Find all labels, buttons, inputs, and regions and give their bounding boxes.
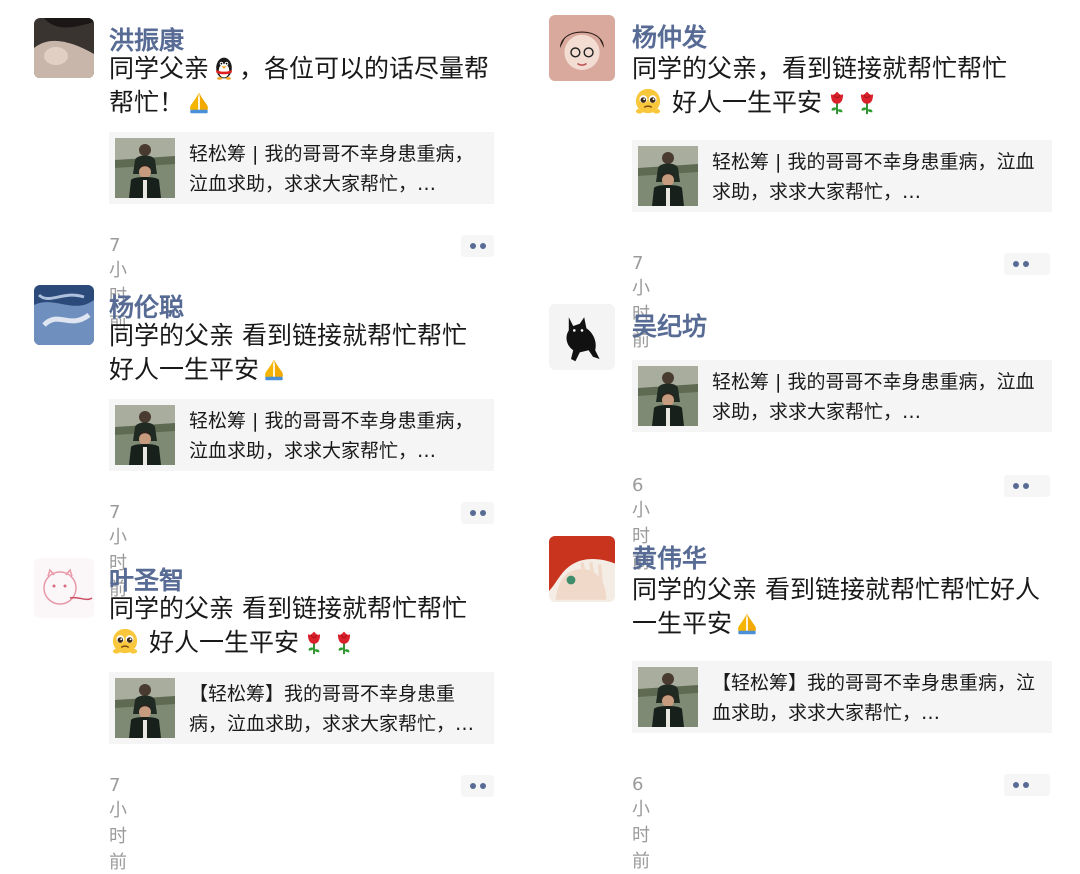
timestamp: 6小时前: [632, 774, 650, 872]
avatar[interactable]: [34, 285, 94, 345]
rose-emoji: [854, 89, 880, 115]
post-text-part: 同学的父亲 看到链接就帮忙帮忙好人一生平安: [109, 321, 467, 384]
post-text-part: 同学父亲: [109, 54, 210, 83]
timestamp: 7小时前: [109, 775, 127, 873]
post-text: 同学的父亲 看到链接就帮忙帮忙好人一生平安: [109, 319, 479, 387]
more-dots-icon[interactable]: [461, 775, 494, 797]
rose-emoji: [331, 629, 357, 655]
post-text-part: 同学的父亲 看到链接就帮忙帮忙: [109, 594, 467, 623]
avatar[interactable]: [549, 536, 615, 602]
post-text: 同学的父亲 看到链接就帮忙帮忙好人一生平安: [632, 573, 1042, 641]
pleading-emoji: [111, 627, 139, 655]
link-card[interactable]: 轻松筹 | 我的哥哥不幸身患重病，泣血求助，求求大家帮忙，…: [632, 360, 1052, 432]
link-card[interactable]: 轻松筹 | 我的哥哥不幸身患重病，泣血求助，求求大家帮忙，…: [109, 399, 494, 471]
link-card[interactable]: 轻松筹 | 我的哥哥不幸身患重病，泣血求助，求求大家帮忙，…: [632, 140, 1052, 212]
poster-name[interactable]: 杨仲发: [632, 18, 707, 54]
avatar[interactable]: [34, 18, 94, 78]
link-title: 轻松筹 | 我的哥哥不幸身患重病，泣血求助，求求大家帮忙，…: [712, 151, 1035, 203]
more-dots-icon[interactable]: [461, 235, 494, 257]
rose-emoji: [301, 629, 327, 655]
link-card[interactable]: 轻松筹 | 我的哥哥不幸身患重病，泣血求助，求求大家帮忙，…: [109, 132, 494, 204]
link-title: 轻松筹 | 我的哥哥不幸身患重病，泣血求助，求求大家帮忙，…: [189, 143, 474, 195]
more-dots-icon[interactable]: [1004, 253, 1050, 275]
link-card[interactable]: 【轻松筹】我的哥哥不幸身患重病，泣血求助，求求大家帮忙，…: [632, 661, 1052, 733]
avatar[interactable]: [34, 558, 94, 618]
link-title: 【轻松筹】我的哥哥不幸身患重病，泣血求助，求求大家帮忙，…: [712, 672, 1036, 724]
post-text: 同学的父亲 看到链接就帮忙帮忙 好人一生平安: [109, 592, 489, 660]
more-dots-icon[interactable]: [1004, 475, 1050, 497]
post-text: 同学父亲 ，各位可以的话尽量帮帮忙！: [109, 52, 499, 120]
more-dots-icon[interactable]: [461, 502, 494, 524]
link-title: 【轻松筹】我的哥哥不幸身患重病，泣血求助，求求大家帮忙，…: [189, 683, 475, 735]
more-dots-icon[interactable]: [1004, 774, 1050, 796]
pleading-emoji: [634, 87, 662, 115]
avatar[interactable]: [549, 15, 615, 81]
pray-emoji: [734, 610, 760, 636]
link-thumbnail: [638, 146, 698, 206]
link-card[interactable]: 【轻松筹】我的哥哥不幸身患重病，泣血求助，求求大家帮忙，…: [109, 672, 494, 744]
poster-name[interactable]: 吴纪坊: [632, 307, 707, 343]
link-title: 轻松筹 | 我的哥哥不幸身患重病，泣血求助，求求大家帮忙，…: [189, 410, 474, 462]
post-text-part: 好人一生平安: [141, 628, 299, 657]
post-text-part: 同学的父亲 看到链接就帮忙帮忙好人一生平安: [632, 575, 1040, 638]
poster-name[interactable]: 黄伟华: [632, 539, 707, 575]
link-thumbnail: [115, 138, 175, 198]
pray-emoji: [186, 89, 212, 115]
post-text-part: 好人一生平安: [664, 88, 822, 117]
link-thumbnail: [638, 667, 698, 727]
avatar[interactable]: [549, 304, 615, 370]
post-text-part: 同学的父亲，看到链接就帮忙帮忙: [632, 54, 1008, 83]
rose-emoji: [824, 89, 850, 115]
penguin-emoji: [211, 55, 237, 81]
link-thumbnail: [115, 678, 175, 738]
link-thumbnail: [638, 366, 698, 426]
pray-emoji: [261, 356, 287, 382]
link-thumbnail: [115, 405, 175, 465]
link-title: 轻松筹 | 我的哥哥不幸身患重病，泣血求助，求求大家帮忙，…: [712, 371, 1035, 423]
post-text: 同学的父亲，看到链接就帮忙帮忙 好人一生平安: [632, 52, 1062, 120]
